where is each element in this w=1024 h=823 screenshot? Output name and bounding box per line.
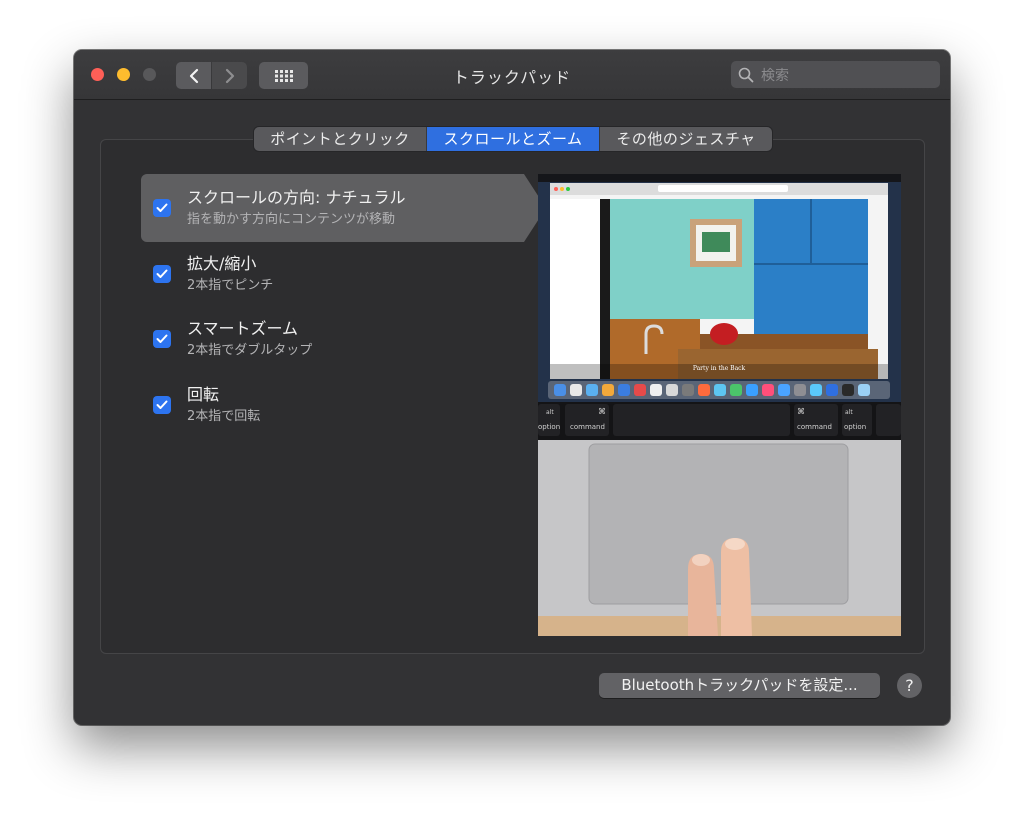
key-alt-right: alt xyxy=(845,409,853,416)
option-rotate[interactable]: 回転 2本指で回転 xyxy=(141,371,546,439)
dock-app-icon xyxy=(746,384,758,396)
tab-more-gestures[interactable]: その他のジェスチャ xyxy=(599,127,772,151)
dock-app-icon xyxy=(554,384,566,396)
dock-app-icon xyxy=(826,384,838,396)
checkmark-icon xyxy=(156,203,168,212)
zoom-in-out-checkbox[interactable] xyxy=(153,265,171,283)
search-field[interactable] xyxy=(731,61,940,90)
dock-app-icon xyxy=(714,384,726,396)
key-command-left: command xyxy=(570,423,605,431)
option-smart-zoom[interactable]: スマートズーム 2本指でダブルタップ xyxy=(141,305,546,373)
dock-app-icon xyxy=(730,384,742,396)
scroll-direction-checkbox[interactable] xyxy=(153,199,171,217)
smart-zoom-checkbox[interactable] xyxy=(153,330,171,348)
option-title: スマートズーム xyxy=(187,319,299,338)
title-bar: トラックパッド xyxy=(74,50,950,100)
key-option-right: option xyxy=(844,423,866,431)
option-subtitle: 2本指でダブルタップ xyxy=(187,343,313,358)
tab-bar: ポイントとクリック スクロールとズーム その他のジェスチャ xyxy=(254,127,772,151)
preview-caption: Party in the Back xyxy=(693,365,746,372)
dock-app-icon xyxy=(602,384,614,396)
dock-app-icon xyxy=(842,384,854,396)
option-subtitle: 2本指で回転 xyxy=(187,409,261,424)
help-button[interactable]: ? xyxy=(897,673,922,698)
search-icon xyxy=(738,67,754,83)
dock-app-icon xyxy=(682,384,694,396)
key-command-right: command xyxy=(797,423,832,431)
checkmark-icon xyxy=(156,269,168,278)
dock-app-icon xyxy=(570,384,582,396)
tab-scroll-and-zoom[interactable]: スクロールとズーム xyxy=(427,127,599,151)
dock-app-icon xyxy=(810,384,822,396)
option-subtitle: 2本指でピンチ xyxy=(187,278,274,293)
checkmark-icon xyxy=(156,400,168,409)
dock-app-icon xyxy=(650,384,662,396)
tab-point-and-click[interactable]: ポイントとクリック xyxy=(254,127,427,151)
dock-app-icon xyxy=(618,384,630,396)
dock-app-icon xyxy=(778,384,790,396)
option-title: スクロールの方向: ナチュラル xyxy=(187,188,406,207)
dock-app-icon xyxy=(698,384,710,396)
option-scroll-direction[interactable]: スクロールの方向: ナチュラル 指を動かす方向にコンテンツが移動 xyxy=(141,174,546,242)
dock-app-icon xyxy=(634,384,646,396)
option-title: 回転 xyxy=(187,385,220,404)
search-input[interactable] xyxy=(759,61,933,90)
option-title: 拡大/縮小 xyxy=(187,254,257,273)
trackpad-preferences-window: トラックパッド スクロールの方向: ナチュラル 指を動かす方向にコンテンツが移動… xyxy=(74,50,950,725)
dock-app-icon xyxy=(586,384,598,396)
key-cmd-symbol-right: ⌘ xyxy=(797,407,805,416)
rotate-checkbox[interactable] xyxy=(153,396,171,414)
dock-app-icon xyxy=(858,384,870,396)
option-zoom-in-out[interactable]: 拡大/縮小 2本指でピンチ xyxy=(141,240,546,308)
key-alt-left: alt xyxy=(546,409,554,416)
dock-app-icon xyxy=(666,384,678,396)
key-option-left: option xyxy=(538,423,560,431)
checkmark-icon xyxy=(156,334,168,343)
dock-app-icon xyxy=(762,384,774,396)
option-subtitle: 指を動かす方向にコンテンツが移動 xyxy=(187,212,396,227)
preview-illustration: Party in the Back alt option ⌘ command ⌘… xyxy=(538,174,901,636)
gesture-preview-video: Party in the Back alt option ⌘ command ⌘… xyxy=(538,174,901,636)
key-cmd-symbol-left: ⌘ xyxy=(598,407,606,416)
setup-bluetooth-trackpad-button[interactable]: Bluetoothトラックパッドを設定... xyxy=(599,673,880,698)
dock-app-icon xyxy=(794,384,806,396)
